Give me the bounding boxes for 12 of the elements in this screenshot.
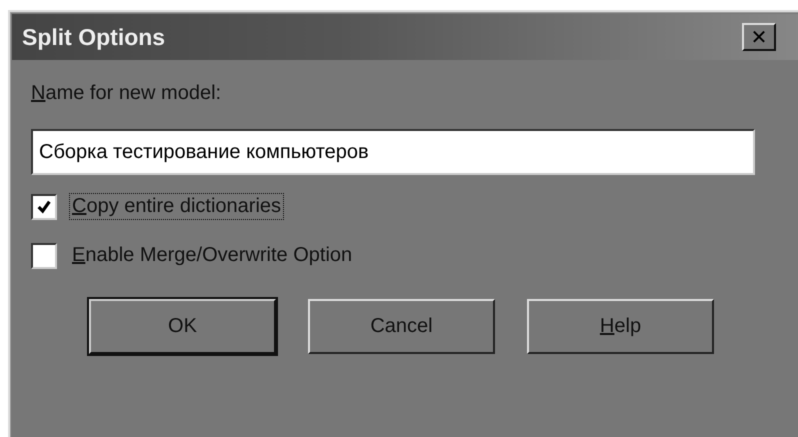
- close-button[interactable]: ✕: [742, 23, 776, 51]
- checkbox[interactable]: [31, 194, 57, 220]
- dialog-button[interactable]: OK: [89, 299, 276, 354]
- field-label: Name for new model:: [31, 82, 222, 105]
- checkbox-label[interactable]: Enable Merge/Overwrite Option: [69, 242, 356, 269]
- checkbox[interactable]: [31, 242, 57, 268]
- window-title: Split Options: [22, 24, 166, 50]
- dialog-button[interactable]: Help: [527, 299, 714, 354]
- dialog-button[interactable]: Cancel: [308, 299, 495, 354]
- name-field[interactable]: Сборка тестирование компьютеров: [31, 129, 755, 175]
- checkbox-label[interactable]: Copy entire dictionaries: [69, 193, 284, 220]
- checkmark-icon: [36, 198, 52, 214]
